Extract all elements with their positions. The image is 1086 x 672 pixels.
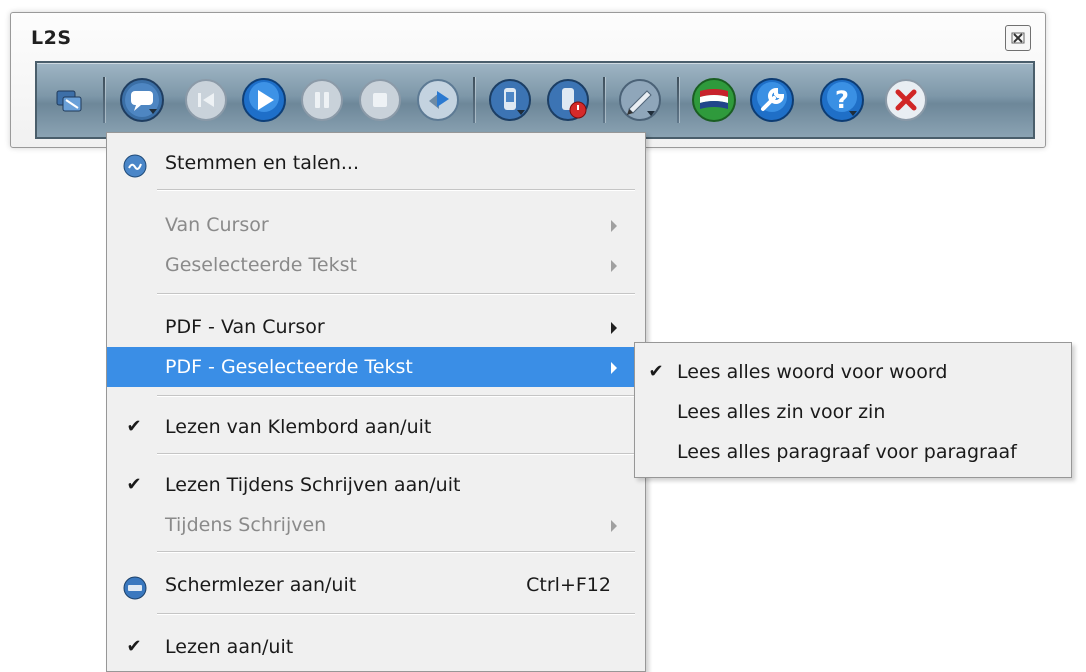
menu-item-pdf-van-cursor[interactable]: PDF - Van Cursor bbox=[107, 307, 645, 347]
checkmark-icon: ✔ bbox=[126, 474, 142, 495]
speech-context-menu: Stemmen en talen... Van Cursor Geselecte… bbox=[106, 132, 646, 672]
play-icon[interactable] bbox=[241, 77, 287, 123]
menu-separator bbox=[157, 453, 635, 454]
menu-item-schermlezer[interactable]: Schermlezer aan/uit Ctrl+F12 bbox=[107, 565, 645, 605]
dutch-flag-icon[interactable] bbox=[691, 77, 737, 123]
previous-icon[interactable] bbox=[183, 77, 229, 123]
toolbar-separator bbox=[603, 77, 605, 123]
menu-separator bbox=[157, 395, 635, 396]
submenu-item-woord-voor-woord[interactable]: ✔ Lees alles woord voor woord bbox=[635, 353, 1071, 391]
menu-item-label: Tijdens Schrijven bbox=[165, 514, 327, 536]
speech-bubble-menu-icon[interactable] bbox=[119, 77, 165, 123]
l2s-window: L2S ? bbox=[10, 12, 1046, 148]
checkmark-icon: ✔ bbox=[126, 416, 142, 437]
close-box-icon[interactable] bbox=[1005, 25, 1031, 51]
menu-item-label: Lezen Tijdens Schrijven aan/uit bbox=[165, 474, 461, 496]
submenu-item-label: Lees alles paragraaf voor paragraaf bbox=[677, 441, 1017, 463]
menu-item-lezen-tijdens-schrijven[interactable]: ✔ Lezen Tijdens Schrijven aan/uit bbox=[107, 465, 645, 505]
window-title: L2S bbox=[31, 27, 72, 49]
menu-item-label: PDF - Geselecteerde Tekst bbox=[165, 356, 413, 378]
shortcut-text: Ctrl+F12 bbox=[526, 574, 611, 596]
menu-separator bbox=[157, 551, 635, 552]
toolbar-separator bbox=[677, 77, 679, 123]
toolbar-separator bbox=[103, 77, 105, 123]
save-audio-icon[interactable] bbox=[487, 77, 533, 123]
menu-item-pdf-geselecteerde-tekst[interactable]: PDF - Geselecteerde Tekst bbox=[107, 347, 645, 387]
stop-icon[interactable] bbox=[357, 77, 403, 123]
screen-reader-icon bbox=[123, 574, 147, 600]
pen-icon[interactable] bbox=[617, 77, 663, 123]
pause-icon[interactable] bbox=[299, 77, 345, 123]
menu-item-label: Lezen van Klembord aan/uit bbox=[165, 416, 432, 438]
menu-item-label: Geselecteerde Tekst bbox=[165, 254, 357, 276]
exit-icon[interactable] bbox=[883, 77, 929, 123]
checkmark-icon: ✔ bbox=[126, 636, 142, 657]
menu-item-label: Van Cursor bbox=[165, 214, 269, 236]
resize-icon[interactable] bbox=[45, 77, 91, 123]
menu-item-geselecteerde-tekst[interactable]: Geselecteerde Tekst bbox=[107, 245, 645, 285]
menu-item-voices-languages[interactable]: Stemmen en talen... bbox=[107, 143, 645, 183]
menu-item-label: PDF - Van Cursor bbox=[165, 316, 325, 338]
help-icon[interactable]: ? bbox=[819, 77, 865, 123]
main-toolbar: ? bbox=[35, 61, 1035, 139]
submenu-arrow-icon bbox=[611, 520, 617, 532]
submenu-item-zin-voor-zin[interactable]: Lees alles zin voor zin bbox=[635, 393, 1071, 431]
pdf-selected-text-submenu: ✔ Lees alles woord voor woord Lees alles… bbox=[634, 342, 1072, 478]
svg-text:?: ? bbox=[835, 86, 849, 114]
menu-item-lezen-aan-uit[interactable]: ✔ Lezen aan/uit bbox=[107, 627, 645, 667]
checkmark-icon: ✔ bbox=[648, 361, 664, 382]
voices-icon bbox=[123, 152, 147, 178]
menu-separator bbox=[157, 189, 635, 190]
menu-item-lezen-klembord[interactable]: ✔ Lezen van Klembord aan/uit bbox=[107, 407, 645, 447]
menu-item-label: Schermlezer aan/uit bbox=[165, 574, 357, 596]
submenu-arrow-icon bbox=[611, 362, 617, 374]
menu-item-tijdens-schrijven[interactable]: Tijdens Schrijven bbox=[107, 505, 645, 545]
submenu-arrow-icon bbox=[611, 322, 617, 334]
submenu-item-paragraaf-voor-paragraaf[interactable]: Lees alles paragraaf voor paragraaf bbox=[635, 433, 1071, 471]
menu-separator bbox=[157, 613, 635, 614]
menu-item-van-cursor[interactable]: Van Cursor bbox=[107, 205, 645, 245]
submenu-item-label: Lees alles zin voor zin bbox=[677, 401, 886, 423]
submenu-arrow-icon bbox=[611, 220, 617, 232]
settings-wrench-icon[interactable] bbox=[749, 77, 795, 123]
menu-item-label: Lezen aan/uit bbox=[165, 636, 294, 658]
record-audio-icon[interactable] bbox=[545, 77, 591, 123]
submenu-item-label: Lees alles woord voor woord bbox=[677, 361, 948, 383]
next-icon[interactable] bbox=[415, 77, 461, 123]
menu-separator bbox=[157, 293, 635, 294]
toolbar-separator bbox=[473, 77, 475, 123]
menu-item-label: Stemmen en talen... bbox=[165, 152, 359, 174]
submenu-arrow-icon bbox=[611, 260, 617, 272]
